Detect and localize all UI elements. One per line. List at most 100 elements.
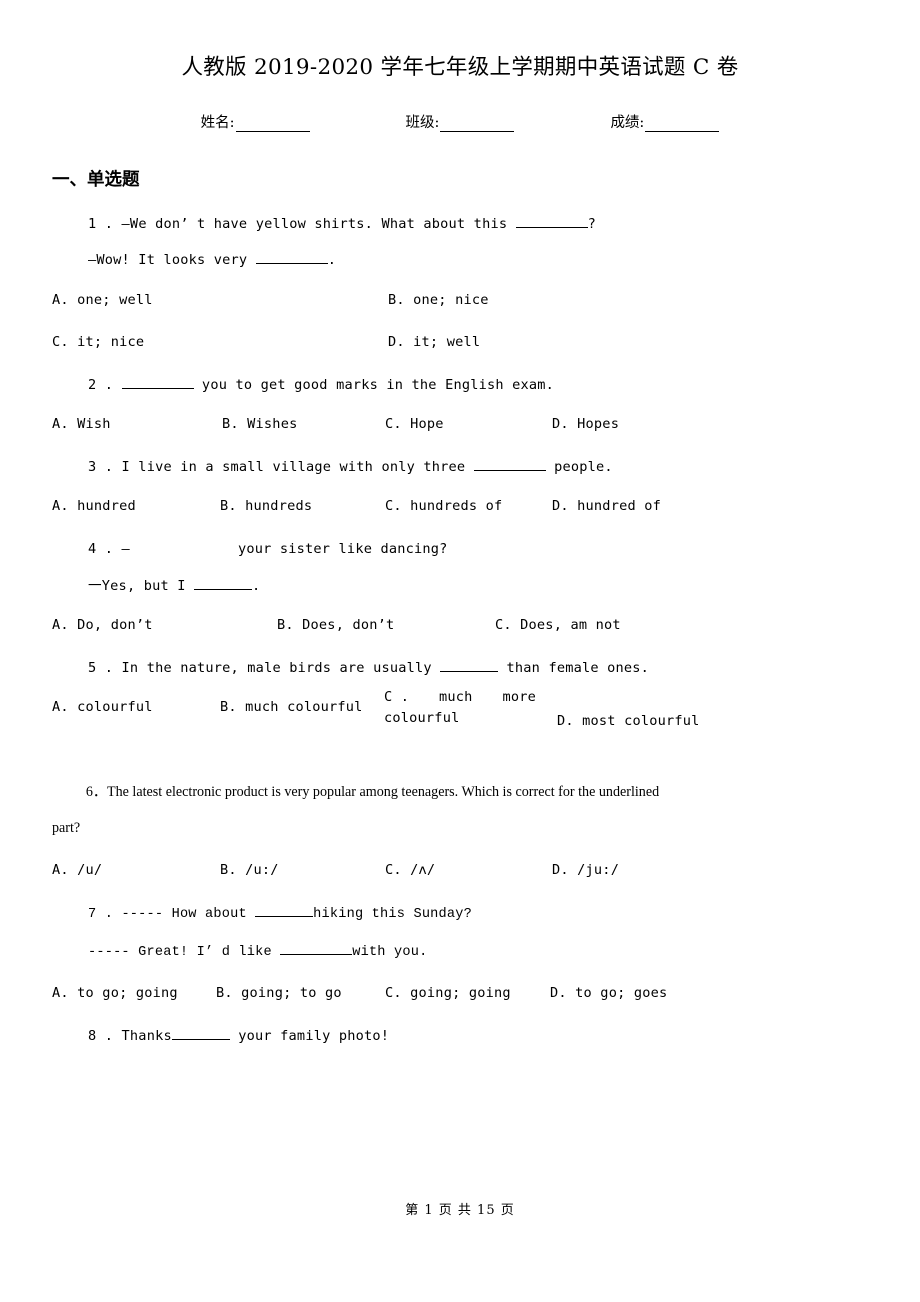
question-6-option-c[interactable]: C. /ʌ/ (385, 862, 435, 878)
question-7-options-row: A. to go; going B. going; to go C. going… (52, 985, 868, 1005)
question-2-option-a[interactable]: A. Wish (52, 416, 111, 432)
question-8-text-post: your family photo! (229, 1027, 390, 1044)
question-7-stem-line-1: 7 . ----- How about hiking this Sunday? (52, 904, 868, 924)
question-7-option-c[interactable]: C. going; going (385, 985, 511, 1001)
question-4-blank-2[interactable] (194, 577, 253, 590)
question-5-option-c[interactable]: C . much more colourful (384, 687, 542, 729)
question-3-stem: 3 . I live in a small village with only … (52, 458, 868, 476)
question-5-options-row: A. colourful B. much colourful C . much … (52, 689, 868, 753)
question-1-text-post: ? (587, 216, 596, 232)
question-6-options-row: A. /u/ B. /u:/ C. /ʌ/ D. /ju:/ (52, 862, 868, 882)
student-class-field[interactable]: 班级: (406, 111, 515, 132)
question-2-stem: 2 . you to get good marks in the English… (52, 376, 868, 394)
question-1-option-c[interactable]: C. it; nice (52, 334, 144, 350)
question-6-stem: 6．The latest electronic product is very … (52, 775, 899, 846)
question-3-text: I live in a small village with only thre… (113, 459, 474, 476)
exam-page: 人教版 2019-2020 学年七年级上学期期中英语试题 C 卷 姓名: 班级:… (0, 0, 920, 1302)
question-1-stem-line-2: —Wow! It looks very . (52, 251, 868, 269)
question-7-option-d[interactable]: D. to go; goes (550, 985, 667, 1001)
question-5-option-c-line-1: C . much more (384, 687, 536, 708)
question-4-option-a[interactable]: A. Do, don’t (52, 617, 153, 633)
student-info-row: 姓名: 班级: 成绩: (52, 111, 868, 132)
student-name-blank[interactable] (235, 117, 310, 132)
question-1-stem-line-1: 1 . —We don’ t have yellow shirts. What … (52, 215, 868, 233)
page-footer: 第 1 页 共 15 页 (405, 1203, 515, 1218)
question-4-dash: — (121, 541, 130, 558)
question-5-option-c-letter: C . (384, 689, 410, 706)
question-4-option-c[interactable]: C. Does, am not (495, 617, 621, 633)
question-5-option-d[interactable]: D. most colourful (557, 713, 700, 729)
question-1-options-row-2: C. it; nice D. it; well (52, 334, 868, 354)
question-5-number: 5 . (88, 660, 114, 677)
question-5-option-c-word-1: much (439, 689, 473, 706)
question-4-number: 4 . (88, 541, 114, 558)
question-7-number: 7 . (88, 906, 114, 922)
question-7-text-2-post: with you. (352, 945, 428, 961)
question-4-option-b[interactable]: B. Does, don’t (277, 617, 394, 633)
student-name-label: 姓名: (200, 115, 235, 131)
question-1-option-a[interactable]: A. one; well (52, 292, 153, 308)
question-3-text-post: people. (545, 459, 613, 476)
question-2-option-d[interactable]: D. Hopes (552, 416, 619, 432)
question-7-text: ----- How about (121, 906, 256, 922)
question-3: 3 . I live in a small village with only … (52, 458, 868, 518)
student-score-field[interactable]: 成绩: (610, 111, 720, 132)
question-1-text: —We don’ t have yellow shirts. What abou… (121, 216, 516, 232)
question-7-blank-2[interactable] (280, 942, 353, 956)
question-1-number: 1 . (88, 216, 114, 232)
question-3-number: 3 . (88, 459, 114, 476)
question-4-options-row: A. Do, don’t B. Does, don’t C. Does, am … (52, 617, 868, 637)
question-3-option-d[interactable]: D. hundred of (552, 498, 661, 514)
question-1: 1 . —We don’ t have yellow shirts. What … (52, 215, 868, 354)
question-2-options-row: A. Wish B. Wishes C. Hope D. Hopes (52, 416, 868, 436)
question-8-number: 8 . (88, 1027, 114, 1044)
question-3-option-c[interactable]: C. hundreds of (385, 498, 502, 514)
question-8-text: Thanks (113, 1027, 172, 1044)
question-4-stem-line-2: 一Yes, but I . (52, 577, 868, 595)
student-score-label: 成绩: (610, 115, 645, 131)
question-4-text-2-post: . (252, 577, 261, 594)
question-3-blank[interactable] (473, 458, 546, 472)
question-6-text-line-1: 6．The latest electronic product is very … (85, 784, 660, 801)
question-4: 4 . — your sister like dancing? 一Yes, but… (52, 540, 868, 637)
question-8-blank[interactable] (171, 1027, 230, 1040)
question-7-option-b[interactable]: B. going; to go (216, 985, 342, 1001)
question-1-text-2: —Wow! It looks very (88, 252, 256, 269)
question-6-option-d[interactable]: D. /ju:/ (552, 862, 619, 878)
question-2-blank[interactable] (121, 376, 194, 389)
question-1-option-b[interactable]: B. one; nice (388, 292, 489, 308)
question-6-option-a[interactable]: A. /u/ (52, 862, 102, 878)
question-3-option-a[interactable]: A. hundred (52, 498, 136, 514)
question-2-number: 2 . (88, 376, 114, 393)
question-5-option-b[interactable]: B. much colourful (220, 699, 363, 715)
question-5: 5 . In the nature, male birds are usuall… (52, 659, 868, 753)
question-1-blank-2[interactable] (255, 251, 328, 265)
question-8: 8 . Thanks your family photo! (52, 1027, 868, 1045)
question-1-options-row-1: A. one; well B. one; nice (52, 292, 868, 312)
question-6-text-line-2: part? (52, 819, 81, 836)
page-title: 人教版 2019-2020 学年七年级上学期期中英语试题 C 卷 (181, 55, 739, 80)
question-3-options-row: A. hundred B. hundreds C. hundreds of D.… (52, 498, 868, 518)
student-class-blank[interactable] (440, 117, 515, 132)
question-7-stem-line-2: ----- Great! I’ d like with you. (52, 942, 868, 962)
student-name-field[interactable]: 姓名: (201, 111, 310, 132)
question-4-stem-line-1: 4 . — your sister like dancing? (52, 540, 868, 558)
question-3-option-b[interactable]: B. hundreds (220, 498, 312, 514)
question-5-text: In the nature, male birds are usually (113, 660, 441, 677)
question-2-option-c[interactable]: C. Hope (385, 416, 444, 432)
question-6-option-b[interactable]: B. /u:/ (220, 862, 279, 878)
question-1-option-d[interactable]: D. it; well (388, 334, 480, 350)
question-7: 7 . ----- How about hiking this Sunday? … (52, 904, 868, 1005)
question-5-blank[interactable] (440, 659, 499, 673)
question-5-option-a[interactable]: A. colourful (52, 699, 153, 715)
question-5-option-c-line-2: colourful (384, 710, 460, 727)
student-score-blank[interactable] (645, 117, 720, 132)
question-4-text: your sister like dancing? (237, 541, 448, 558)
question-7-text-post: hiking this Sunday? (313, 906, 472, 922)
question-2-option-b[interactable]: B. Wishes (222, 416, 297, 432)
question-1-blank-1[interactable] (515, 215, 588, 228)
question-6: 6．The latest electronic product is very … (52, 775, 868, 882)
question-7-text-2: ----- Great! I’ d like (88, 945, 281, 961)
question-7-blank-1[interactable] (255, 904, 314, 917)
question-7-option-a[interactable]: A. to go; going (52, 985, 178, 1001)
